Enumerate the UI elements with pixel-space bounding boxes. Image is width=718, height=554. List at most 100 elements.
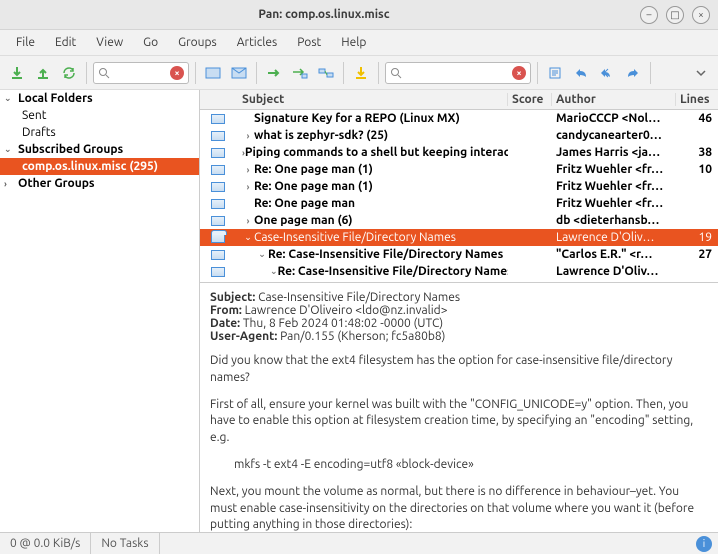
envelope-icon	[211, 131, 225, 141]
message-subject: ⌄ Case-Insensitive File/Directory Names	[236, 231, 508, 244]
col-lines[interactable]: Lines	[676, 93, 718, 106]
message-row[interactable]: › Re: One page man (1)Fritz Wuehler <fr……	[200, 161, 718, 178]
message-row[interactable]: › Re: One page man (1) Fritz Wuehler <fr…	[200, 178, 718, 195]
message-subject: › Piping commands to a shell but keeping…	[236, 146, 508, 159]
read-icon[interactable]	[202, 62, 224, 84]
window-controls: – □ ×	[640, 6, 710, 24]
message-author: Fritz Wuehler <fr…	[552, 163, 676, 176]
save-icon[interactable]	[350, 62, 372, 84]
main-area: ⌄Local Folders Sent Drafts ⌄Subscribed G…	[0, 90, 718, 532]
message-author: Lawrence D'Oliv…	[552, 265, 676, 278]
compose-icon[interactable]	[544, 62, 566, 84]
message-list[interactable]: Signature Key for a REPO (Linux MX)Mario…	[200, 110, 718, 282]
unread-icon[interactable]	[228, 62, 250, 84]
message-author: MarioCCCP <Nol…	[552, 112, 676, 125]
thread-toggle-icon[interactable]: ⌄	[242, 232, 254, 243]
col-author[interactable]: Author	[552, 93, 676, 106]
forward-icon[interactable]	[622, 62, 644, 84]
group-search-box[interactable]: ×	[93, 62, 189, 84]
message-author: Fritz Wuehler <fr…	[552, 197, 676, 210]
article-search-box[interactable]: ×	[385, 62, 531, 84]
info-icon[interactable]: i	[696, 536, 712, 552]
toolbar: × ×	[0, 56, 718, 90]
folder-subscribed[interactable]: ⌄Subscribed Groups	[0, 141, 199, 158]
envelope-icon	[211, 165, 225, 175]
thread-toggle-icon[interactable]: ›	[242, 165, 254, 175]
titlebar: Pan: comp.os.linux.misc – □ ×	[0, 0, 718, 30]
minimize-button[interactable]: –	[640, 6, 658, 24]
message-subject: ⌄ Re: Case-Insensitive File/Directory Na…	[236, 265, 508, 278]
thread-toggle-icon[interactable]: ⌄	[270, 266, 278, 277]
envelope-icon	[211, 216, 225, 226]
envelope-icon	[211, 182, 225, 192]
message-author: Fritz Wuehler <fr…	[552, 180, 676, 193]
envelope-icon	[211, 148, 225, 158]
menu-edit[interactable]: Edit	[45, 32, 86, 53]
message-row[interactable]: › Piping commands to a shell but keeping…	[200, 144, 718, 161]
menu-post[interactable]: Post	[287, 32, 331, 53]
thread-toggle-icon[interactable]: ⌄	[256, 249, 268, 260]
reply-icon[interactable]	[570, 62, 592, 84]
message-lines: 46	[676, 112, 718, 125]
message-row[interactable]: Signature Key for a REPO (Linux MX)Mario…	[200, 110, 718, 127]
preview-subject: Case-Insensitive File/Directory Names	[258, 291, 460, 304]
thread-toggle-icon[interactable]: ›	[242, 182, 254, 192]
next-thread-icon[interactable]	[289, 62, 311, 84]
maximize-button[interactable]: □	[666, 6, 684, 24]
status-tasks: No Tasks	[91, 533, 159, 554]
message-lines: 27	[676, 248, 718, 261]
envelope-icon	[211, 233, 225, 243]
message-row[interactable]: › One page man (6) db <dieterhansb…	[200, 212, 718, 229]
close-button[interactable]: ×	[692, 6, 710, 24]
menu-go[interactable]: Go	[133, 32, 168, 53]
menu-articles[interactable]: Articles	[227, 32, 288, 53]
message-subject: › Re: One page man (1)	[236, 180, 508, 193]
message-row[interactable]: ⌄ Case-Insensitive File/Directory NamesL…	[200, 229, 718, 246]
download-icon[interactable]	[6, 62, 28, 84]
message-row[interactable]: ⌄ Re: Case-Insensitive File/Directory Na…	[200, 246, 718, 263]
window-title: Pan: comp.os.linux.misc	[8, 8, 640, 21]
upload-icon[interactable]	[32, 62, 54, 84]
message-subject: ⌄ Re: Case-Insensitive File/Directory Na…	[236, 248, 508, 261]
col-subject[interactable]: Subject	[236, 93, 508, 106]
message-list-header: Subject Score Author Lines	[200, 90, 718, 110]
sidebar: ⌄Local Folders Sent Drafts ⌄Subscribed G…	[0, 90, 200, 532]
col-score[interactable]: Score	[508, 93, 552, 106]
message-author: candycanearter0…	[552, 129, 676, 142]
folder-drafts[interactable]: Drafts	[0, 124, 199, 141]
menu-help[interactable]: Help	[331, 32, 376, 53]
folder-other[interactable]: ›Other Groups	[0, 175, 199, 192]
reply-all-icon[interactable]	[596, 62, 618, 84]
statusbar: 0 @ 0.0 KiB/s No Tasks i	[0, 532, 718, 554]
clear-group-search[interactable]: ×	[170, 66, 184, 80]
thread-toggle-icon[interactable]: ›	[242, 216, 254, 226]
message-row[interactable]: Re: One page man Fritz Wuehler <fr…	[200, 195, 718, 212]
message-subject: › One page man (6)	[236, 214, 508, 227]
folder-selected-group[interactable]: comp.os.linux.misc (295)	[0, 158, 199, 175]
message-author: db <dieterhansb…	[552, 214, 676, 227]
message-row[interactable]: ⌄ Re: Case-Insensitive File/Directory Na…	[200, 263, 718, 280]
dropdown-icon[interactable]	[690, 62, 712, 84]
menu-view[interactable]: View	[86, 32, 133, 53]
menu-groups[interactable]: Groups	[168, 32, 227, 53]
folder-sent[interactable]: Sent	[0, 107, 199, 124]
thread-toggle-icon[interactable]: ›	[242, 131, 254, 141]
folder-local[interactable]: ⌄Local Folders	[0, 90, 199, 107]
article-search-input[interactable]	[402, 66, 512, 79]
menu-file[interactable]: File	[6, 32, 45, 53]
clear-article-search[interactable]: ×	[512, 66, 526, 80]
status-speed: 0 @ 0.0 KiB/s	[0, 533, 91, 554]
group-search-input[interactable]	[110, 66, 170, 79]
message-subject: Re: One page man	[236, 197, 508, 210]
message-preview[interactable]: Subject: Case-Insensitive File/Directory…	[200, 282, 718, 532]
message-row[interactable]: › what is zephyr-sdk? (25)candycanearter…	[200, 127, 718, 144]
envelope-icon	[211, 199, 225, 209]
envelope-icon	[211, 267, 225, 277]
next-group-icon[interactable]	[315, 62, 337, 84]
message-lines: 19	[676, 231, 718, 244]
refresh-icon[interactable]	[58, 62, 80, 84]
envelope-icon	[211, 114, 225, 124]
next-unread-icon[interactable]	[263, 62, 285, 84]
message-lines: 10	[676, 163, 718, 176]
message-author: James Harris <ja…	[552, 146, 676, 159]
